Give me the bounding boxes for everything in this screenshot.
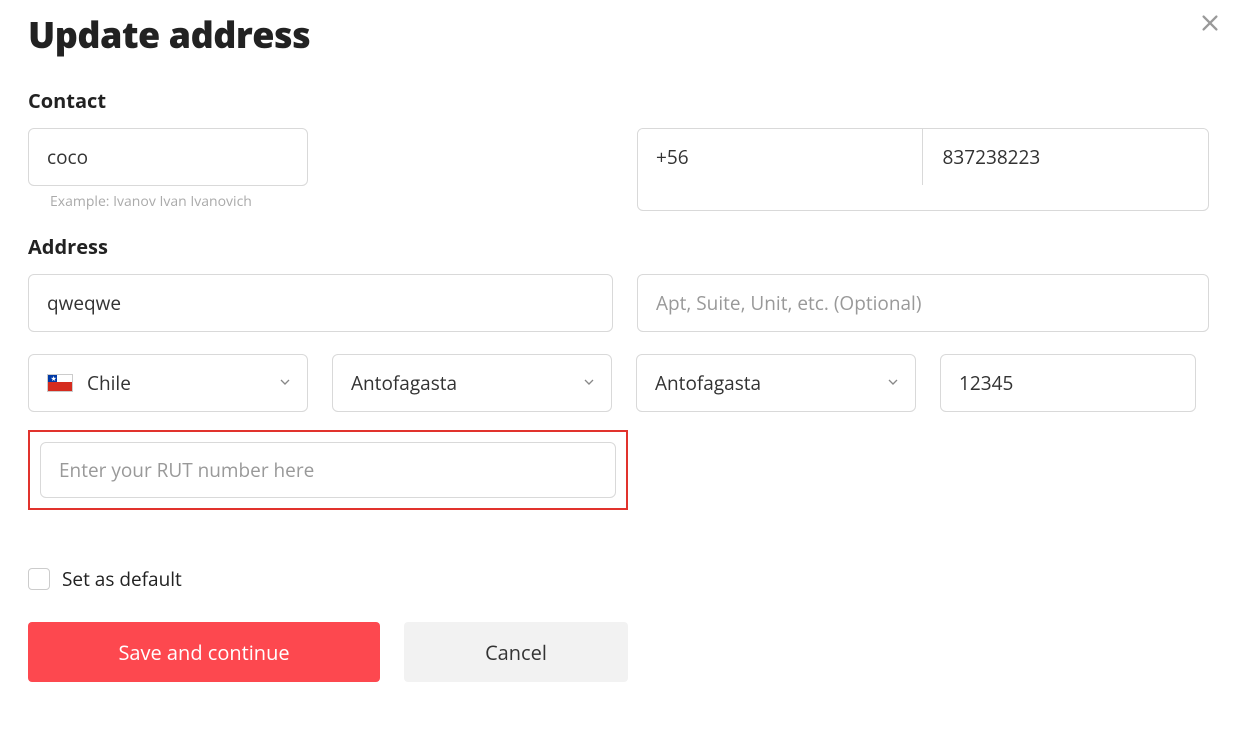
set-default-label: Set as default bbox=[62, 566, 182, 592]
rut-highlight bbox=[28, 430, 628, 510]
rut-input[interactable] bbox=[40, 442, 616, 498]
country-value: Chile bbox=[87, 370, 131, 396]
chevron-down-icon bbox=[885, 370, 901, 396]
contact-name-helper: Example: Ivanov Ivan Ivanovich bbox=[50, 192, 613, 211]
cancel-button[interactable]: Cancel bbox=[404, 622, 628, 682]
save-button[interactable]: Save and continue bbox=[28, 622, 380, 682]
chevron-down-icon bbox=[277, 370, 293, 396]
chevron-down-icon bbox=[581, 370, 597, 396]
region-value: Antofagasta bbox=[351, 370, 457, 396]
chile-flag-icon: ★ bbox=[47, 374, 73, 392]
city-value: Antofagasta bbox=[655, 370, 761, 396]
city-select[interactable]: Antofagasta bbox=[636, 354, 916, 412]
country-select[interactable]: ★ Chile bbox=[28, 354, 308, 412]
street-input[interactable] bbox=[28, 274, 613, 332]
phone-number-input[interactable] bbox=[923, 129, 1209, 185]
region-select[interactable]: Antofagasta bbox=[332, 354, 612, 412]
set-default-checkbox[interactable] bbox=[28, 568, 50, 590]
contact-section-label: Contact bbox=[28, 87, 1209, 114]
close-icon bbox=[1199, 12, 1221, 34]
phone-code-input[interactable] bbox=[638, 129, 923, 185]
page-title: Update address bbox=[28, 10, 1209, 59]
update-address-modal: Update address Contact Example: Ivanov I… bbox=[0, 0, 1237, 712]
contact-name-input[interactable] bbox=[28, 128, 308, 186]
close-button[interactable] bbox=[1199, 10, 1221, 38]
address-section-label: Address bbox=[28, 233, 1209, 260]
postal-code-input[interactable] bbox=[940, 354, 1196, 412]
phone-group bbox=[637, 128, 1209, 211]
apt-input[interactable] bbox=[637, 274, 1209, 332]
